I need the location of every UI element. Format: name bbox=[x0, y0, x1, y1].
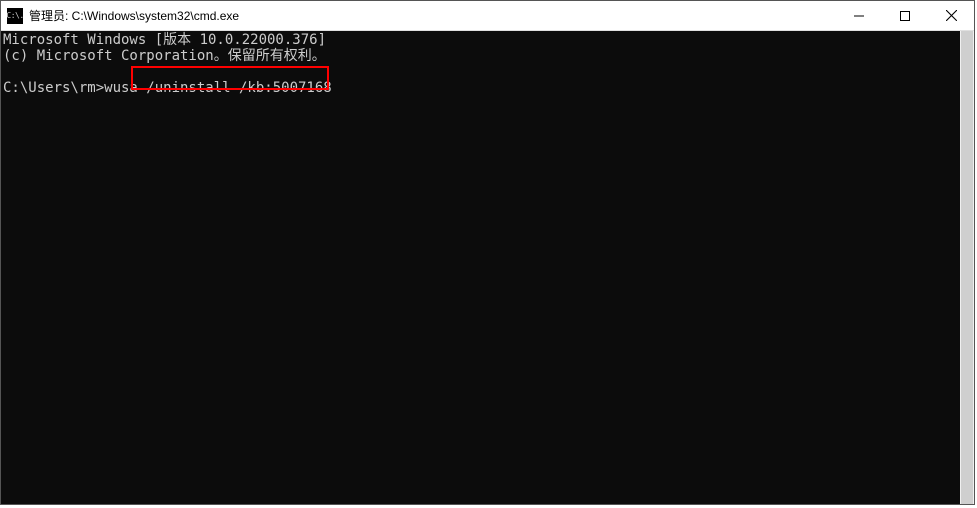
cmd-icon-text: C:\. bbox=[6, 11, 23, 20]
minimize-button[interactable] bbox=[836, 1, 882, 31]
vertical-scrollbar[interactable] bbox=[960, 31, 974, 504]
cmd-icon: C:\. bbox=[7, 8, 23, 24]
console-area[interactable]: Microsoft Windows [版本 10.0.22000.376] (c… bbox=[1, 31, 974, 504]
minimize-icon bbox=[854, 11, 864, 21]
cmd-window: C:\. 管理员: C:\Windows\system32\cmd.exe Mi… bbox=[0, 0, 975, 505]
close-icon bbox=[946, 10, 957, 21]
console-line-2: (c) Microsoft Corporation。保留所有权利。 bbox=[3, 48, 326, 64]
console-prompt-line: C:\Users\rm>wusa /uninstall /kb:5007168 bbox=[3, 80, 332, 96]
console-output: Microsoft Windows [版本 10.0.22000.376] (c… bbox=[3, 32, 960, 96]
window-title: 管理员: C:\Windows\system32\cmd.exe bbox=[29, 7, 239, 24]
maximize-button[interactable] bbox=[882, 1, 928, 31]
maximize-icon bbox=[900, 11, 910, 21]
scrollbar-thumb[interactable] bbox=[961, 31, 973, 504]
console-line-1: Microsoft Windows [版本 10.0.22000.376] bbox=[3, 32, 326, 48]
close-button[interactable] bbox=[928, 1, 974, 31]
titlebar[interactable]: C:\. 管理员: C:\Windows\system32\cmd.exe bbox=[1, 1, 974, 31]
